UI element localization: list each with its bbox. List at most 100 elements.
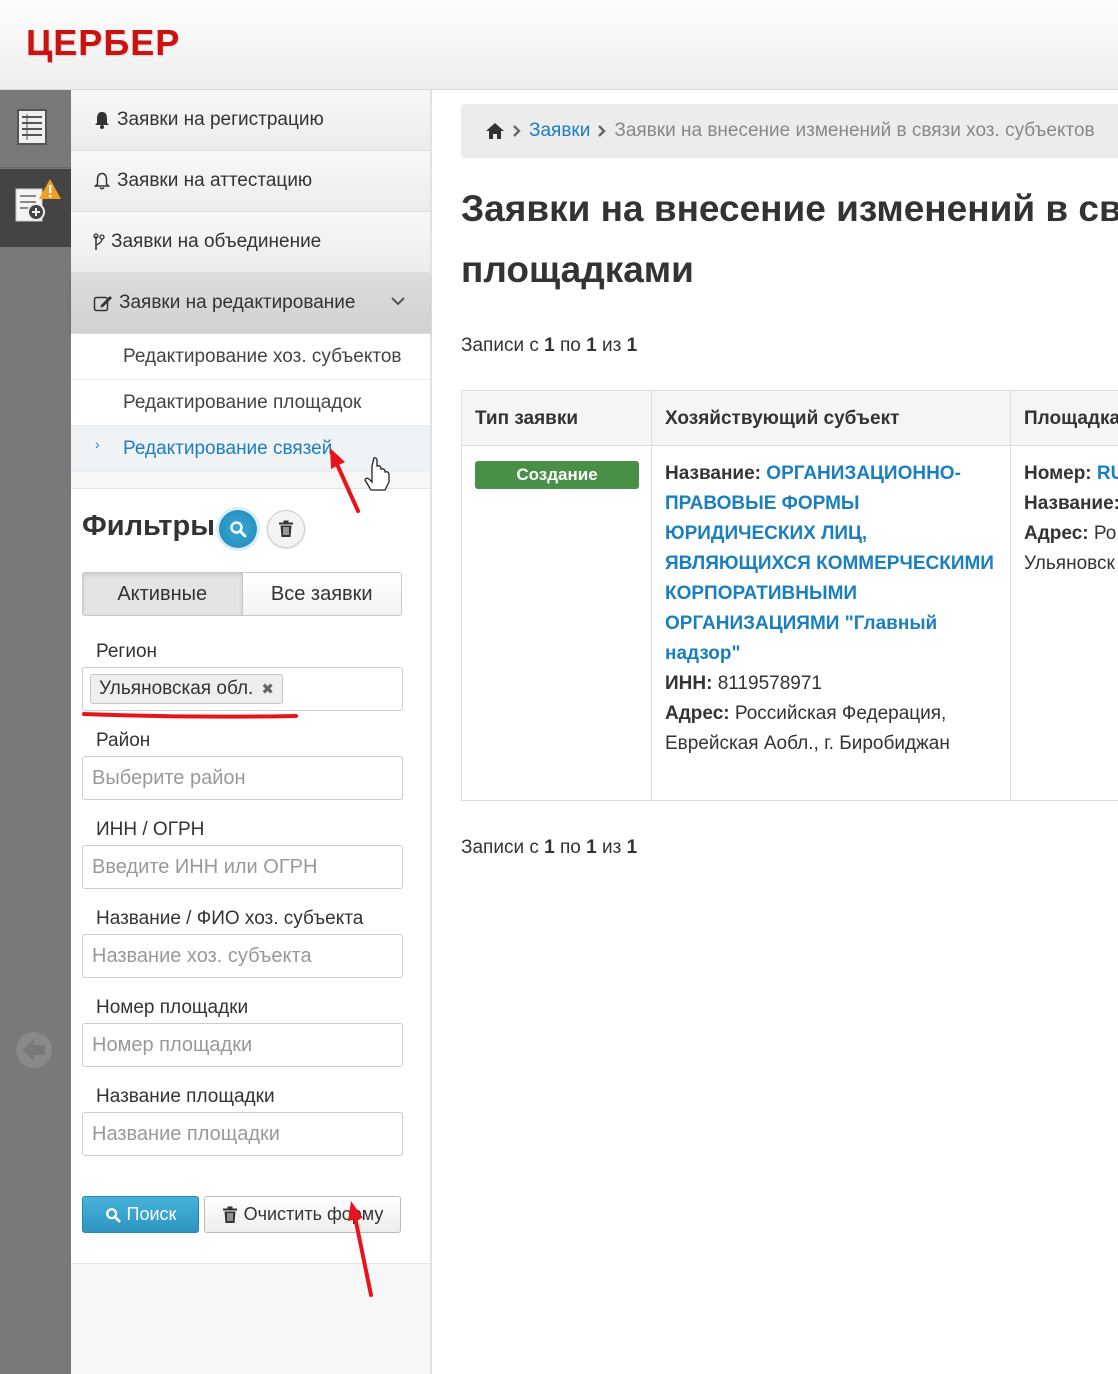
app-logo[interactable]: ЦЕРБЕР (26, 22, 180, 64)
filters-title: Фильтры (82, 510, 215, 542)
inn-input[interactable]: Введите ИНН или ОГРН (82, 845, 403, 889)
side-panel: Заявки на регистрацию Заявки на аттестац… (71, 90, 432, 1374)
records-prefix: Записи с (461, 335, 539, 356)
nav-item-merge-requests[interactable]: Заявки на объединение (71, 212, 430, 273)
records-prefix: Записи с (461, 837, 539, 858)
clear-form-button-label: Очистить форму (243, 1204, 384, 1224)
site-address-label: Адрес: (1024, 523, 1089, 544)
clear-form-button[interactable]: Очистить форму (204, 1196, 401, 1233)
page-title-line-1: Заявки на внесение изменений в связи хоз… (461, 188, 1118, 229)
records-info-bottom: Записи с 1 по 1 из 1 (461, 837, 637, 859)
site-number-input[interactable]: Номер площадки (82, 1023, 403, 1067)
nav-item-attestation-requests[interactable]: Заявки на аттестацию (71, 151, 430, 212)
trash-icon (222, 1206, 237, 1223)
chevron-down-icon (391, 297, 405, 306)
region-select[interactable]: Ульяновская обл. ✖ (82, 667, 403, 711)
site-address-value-2: Ульяновск (1024, 553, 1115, 574)
site-name-input[interactable]: Название площадки (82, 1112, 403, 1156)
district-label: Район (96, 730, 151, 751)
site-address-value: Ро (1093, 523, 1117, 544)
inn-value: 8119578971 (717, 673, 822, 694)
toggle-all-requests[interactable]: Все заявки (242, 573, 401, 615)
nav-item-registration-requests[interactable]: Заявки на регистрацию (71, 90, 430, 151)
registry-icon (17, 109, 47, 145)
inn-label: ИНН / ОГРН (96, 819, 205, 840)
entity-name-label: Название: (665, 463, 762, 484)
district-select[interactable]: Выберите район (82, 756, 403, 800)
filters-search-button[interactable] (219, 510, 257, 548)
search-icon (230, 521, 247, 538)
sub-item-label: Редактирование хоз. субъектов (123, 345, 402, 367)
breadcrumb-requests-link[interactable]: Заявки (529, 120, 590, 142)
search-button[interactable]: Поиск (82, 1196, 199, 1233)
records-mid: по (559, 335, 581, 356)
inn-label: ИНН: (665, 673, 713, 694)
requests-table: Тип заявки Хозяйствующий субъект Площадк… (461, 390, 1118, 801)
cell-site: Номер: RU Название: Адрес: Ро Ульяновск (1011, 447, 1118, 801)
nav-item-edit-requests[interactable]: Заявки на редактирование (71, 273, 430, 334)
records-of: из (601, 837, 622, 858)
home-icon[interactable] (485, 122, 505, 140)
trash-icon (279, 520, 293, 537)
column-header-site[interactable]: Площадка (1011, 391, 1118, 446)
records-info-top: Записи с 1 по 1 из 1 (461, 335, 637, 357)
status-badge: Создание (475, 461, 639, 489)
main-content: Заявки Заявки на внесение изменений в св… (432, 90, 1118, 1374)
nav-item-label: Заявки на регистрацию (117, 109, 324, 130)
collapse-arrow-icon[interactable] (14, 1030, 54, 1070)
entity-name-input[interactable]: Название хоз. субъекта (82, 934, 403, 978)
records-to: 1 (586, 837, 597, 858)
records-from: 1 (544, 335, 555, 356)
branch-icon (93, 233, 105, 250)
remove-tag-icon[interactable]: ✖ (261, 680, 274, 698)
sub-item-edit-entities[interactable]: Редактирование хоз. субъектов (71, 334, 430, 380)
region-tag-label: Ульяновская обл. (99, 678, 254, 699)
address-label: Адрес: (665, 703, 730, 724)
edit-icon (93, 296, 112, 312)
rail-item-registry[interactable] (0, 90, 71, 168)
sub-item-label: Редактирование площадок (123, 391, 362, 413)
column-header-type[interactable]: Тип заявки (462, 391, 652, 446)
search-icon (105, 1207, 121, 1223)
nav-item-label: Заявки на редактирование (119, 292, 356, 313)
site-name-label: Название: (1024, 493, 1118, 514)
region-label: Регион (96, 641, 158, 662)
chevron-right-icon: › (95, 436, 100, 452)
search-button-label: Поиск (126, 1204, 177, 1224)
entity-name-link[interactable]: ОРГАНИЗАЦИОННО-ПРАВОВЫЕ ФОРМЫ ЮРИДИЧЕСКИ… (665, 463, 994, 664)
rail-item-requests[interactable] (0, 169, 71, 247)
records-total: 1 (626, 335, 638, 356)
site-name-label: Название площадки (96, 1086, 275, 1107)
chevron-right-icon (513, 125, 521, 137)
table-header: Тип заявки Хозяйствующий субъект Площадк… (462, 391, 1118, 446)
toggle-active[interactable]: Активные (83, 573, 243, 615)
chevron-right-icon (598, 125, 607, 137)
top-bar: ЦЕРБЕР (0, 0, 1118, 90)
site-number-label: Номер: (1024, 463, 1092, 484)
breadcrumb: Заявки Заявки на внесение изменений в св… (461, 104, 1118, 158)
sub-item-edit-sites[interactable]: Редактирование площадок (71, 380, 430, 426)
bell-icon (95, 112, 109, 129)
icon-rail (0, 90, 71, 1374)
entity-name-label: Название / ФИО хоз. субъекта (96, 908, 364, 929)
records-mid: по (559, 837, 581, 858)
sub-item-edit-links[interactable]: Редактирование связей (71, 426, 430, 472)
bell-outline-icon (93, 172, 111, 190)
column-header-entity[interactable]: Хозяйствующий субъект (652, 391, 1011, 446)
records-from: 1 (544, 837, 555, 858)
records-total: 1 (626, 837, 638, 858)
cell-type: Создание (462, 447, 652, 801)
nav-item-label: Заявки на объединение (111, 231, 322, 252)
page-title: Заявки на внесение изменений в связи хоз… (461, 178, 1118, 300)
records-to: 1 (586, 335, 597, 356)
nav-item-label: Заявки на аттестацию (117, 170, 313, 191)
cell-entity: Название: ОРГАНИЗАЦИОННО-ПРАВОВЫЕ ФОРМЫ … (652, 447, 1011, 801)
breadcrumb-current: Заявки на внесение изменений в связи хоз… (614, 120, 1095, 141)
sub-item-label: Редактирование связей (123, 437, 333, 459)
page-title-line-2: площадками (461, 249, 694, 290)
status-toggle: Активные Все заявки (82, 572, 402, 616)
site-number-link[interactable]: RU (1097, 463, 1118, 484)
filters-reset-button[interactable] (267, 510, 305, 548)
records-of: из (601, 335, 622, 356)
site-number-label: Номер площадки (96, 997, 249, 1018)
